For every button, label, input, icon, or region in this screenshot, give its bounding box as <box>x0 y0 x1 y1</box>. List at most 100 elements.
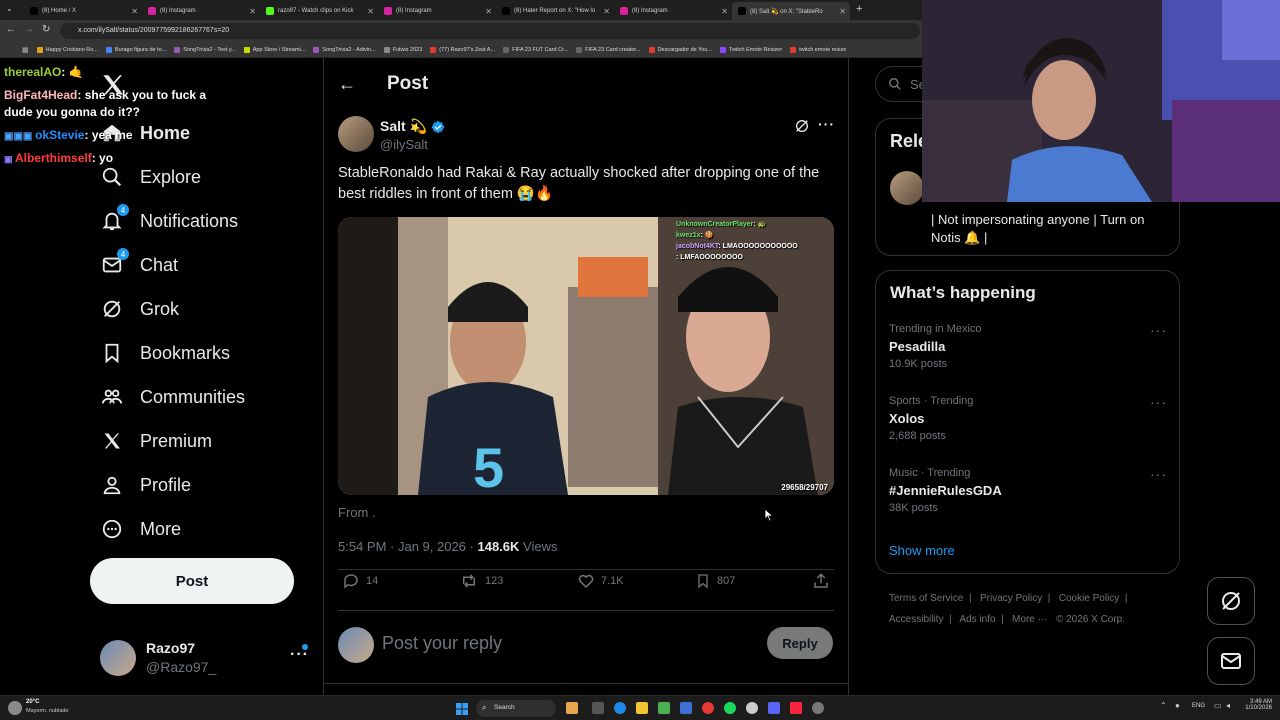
footer-link[interactable]: Privacy Policy <box>980 593 1042 604</box>
bookmark[interactable]: Happy Cristiano Ro... <box>36 46 98 53</box>
bookmark[interactable]: Descargador de You... <box>648 46 712 53</box>
bookmark[interactable]: FIFA 23 FUT Card Cr... <box>503 46 568 53</box>
trend-item[interactable]: Music · Trending #JennieRulesGDA 38K pos… <box>889 467 1002 514</box>
nav-explore[interactable]: Explore <box>100 160 201 194</box>
nav-grok[interactable]: Grok <box>100 292 179 326</box>
footer-link[interactable]: Accessibility <box>889 614 943 625</box>
close-icon[interactable]: ✕ <box>249 7 256 16</box>
nav-bookmarks[interactable]: Bookmarks <box>100 336 230 370</box>
trend-item[interactable]: Sports · Trending Xolos 2,688 posts <box>889 395 973 442</box>
footer-link[interactable]: More ··· <box>1012 614 1048 625</box>
app-icon[interactable] <box>812 702 824 714</box>
weather-icon[interactable] <box>8 701 22 715</box>
post-video[interactable]: 5 UnknownCreatorPlayer: 🐢 kwez1x: 🍪 jaco… <box>338 217 834 495</box>
mail-app-icon[interactable] <box>680 702 692 714</box>
nav-profile[interactable]: Profile <box>100 468 191 502</box>
spotify-icon[interactable] <box>724 702 736 714</box>
file-explorer-icon[interactable] <box>636 702 648 714</box>
trend-more-icon[interactable]: ··· <box>1150 466 1167 482</box>
bookmark[interactable]: Burago figura de to... <box>105 46 166 53</box>
discord-icon[interactable] <box>768 702 780 714</box>
nav-notifications[interactable]: 4 Notifications <box>100 204 238 238</box>
bookmark[interactable]: FIFA 23 Card creator... <box>576 46 641 53</box>
messages-fab[interactable] <box>1207 637 1255 685</box>
nav-chat[interactable]: 4 Chat <box>100 248 178 282</box>
browser-tab[interactable]: (8) Instagram ✕ <box>142 2 260 20</box>
browser-tab-active[interactable]: (8) Salt 💫 on X: "StableRo ✕ <box>732 2 850 20</box>
edge-icon[interactable] <box>614 702 626 714</box>
reload-icon[interactable]: ↻ <box>42 24 50 35</box>
nav-premium[interactable]: Premium <box>100 424 212 458</box>
author-avatar[interactable] <box>338 116 374 152</box>
close-icon[interactable]: ✕ <box>131 7 138 16</box>
like-action[interactable]: 7.1K <box>577 572 624 590</box>
tray-chevron-icon[interactable]: ⌃ <box>1160 701 1167 710</box>
grok-fab[interactable] <box>1207 577 1255 625</box>
bookmark[interactable]: (77) Razo97's Zest A... <box>430 46 495 53</box>
browser-tab[interactable]: razo97 - Watch clips on Kick ✕ <box>260 2 378 20</box>
share-action[interactable] <box>812 572 830 590</box>
trend-more-icon[interactable]: ··· <box>1150 394 1167 410</box>
relevant-avatar[interactable] <box>890 171 924 205</box>
browser-tab[interactable]: (8) Home / X ✕ <box>24 2 142 20</box>
nav-communities[interactable]: Communities <box>100 380 245 414</box>
tab-favicon <box>738 7 746 15</box>
taskbar-search[interactable]: ⌕ Search <box>476 700 556 717</box>
music-icon[interactable] <box>790 702 802 714</box>
bookmark[interactable]: SongTrivia2 - Adivin... <box>313 46 376 53</box>
store-icon[interactable] <box>658 702 670 714</box>
grok-icon[interactable] <box>794 118 810 139</box>
obs-icon[interactable] <box>746 702 758 714</box>
footer-link[interactable]: Ads info <box>959 614 995 625</box>
close-icon[interactable]: ✕ <box>603 7 610 16</box>
avatar[interactable] <box>100 640 136 676</box>
back-arrow-icon[interactable]: ← <box>338 74 356 95</box>
clock[interactable]: 3:49 AM 1/10/2026 <box>1238 699 1272 711</box>
browser-tab[interactable]: (8) Instagram ✕ <box>378 2 496 20</box>
reply-button[interactable]: Reply <box>767 627 833 659</box>
browser-tab[interactable]: (8) Hater Report on X: "How lo ✕ <box>496 2 614 20</box>
page-title: Post <box>387 73 429 94</box>
chrome-icon[interactable] <box>702 702 714 714</box>
language-indicator[interactable]: ENG <box>1192 703 1205 709</box>
bookmark[interactable]: twitch emote resize <box>790 46 846 53</box>
weather-temp: 20°C <box>26 699 40 705</box>
browser-tab[interactable]: (8) Instagram ✕ <box>614 2 732 20</box>
close-icon[interactable]: ✕ <box>485 7 492 16</box>
widgets-icon[interactable] <box>566 702 578 714</box>
footer-link[interactable]: Terms of Service <box>889 593 963 604</box>
bookmark[interactable]: Twitch Emote Resizer <box>720 46 782 53</box>
bookmark-action[interactable]: 807 <box>695 572 735 590</box>
footer-link[interactable]: Cookie Policy <box>1059 593 1120 604</box>
close-icon[interactable]: ✕ <box>839 7 846 16</box>
network-icon[interactable]: ▭ <box>1214 701 1222 710</box>
volume-icon[interactable]: ◂ <box>1226 701 1230 710</box>
back-icon[interactable]: ← <box>6 24 16 35</box>
apps-icon[interactable]: ▦ <box>22 46 29 54</box>
new-tab-icon[interactable]: + <box>856 3 862 15</box>
nav-more[interactable]: More <box>100 512 181 546</box>
repost-icon <box>463 574 475 588</box>
tab-search-icon[interactable]: ⌄ <box>6 4 13 13</box>
close-icon[interactable]: ✕ <box>721 7 728 16</box>
url-field[interactable]: x.com/ilySalt/status/2009775992186267767… <box>60 23 920 39</box>
reply-input[interactable]: Post your reply <box>382 633 502 654</box>
bookmark[interactable]: App Store / Streami... <box>243 46 305 53</box>
windows-start-icon[interactable] <box>456 702 468 715</box>
post-button[interactable]: Post <box>90 558 294 604</box>
author-name[interactable]: Salt 💫 <box>380 118 445 135</box>
bookmark[interactable]: Futwiz 2023 <box>383 46 422 53</box>
show-more-link[interactable]: Show more <box>889 543 955 558</box>
reply-action[interactable]: 14 <box>342 572 378 590</box>
mic-icon[interactable]: ● <box>1175 701 1180 710</box>
grok-icon <box>100 297 124 321</box>
trend-more-icon[interactable]: ··· <box>1150 322 1167 338</box>
repost-action[interactable]: 123 <box>459 572 503 590</box>
close-icon[interactable]: ✕ <box>367 7 374 16</box>
post-more-icon[interactable]: ··· <box>818 116 835 132</box>
bookmark[interactable]: SongTrivia2 - Test y... <box>174 46 236 53</box>
forward-icon[interactable]: → <box>24 24 34 35</box>
chat-badge-icon: ▣ <box>4 154 16 164</box>
trend-item[interactable]: Trending in Mexico Pesadilla 10.9K posts <box>889 323 982 370</box>
task-view-icon[interactable] <box>592 702 604 714</box>
